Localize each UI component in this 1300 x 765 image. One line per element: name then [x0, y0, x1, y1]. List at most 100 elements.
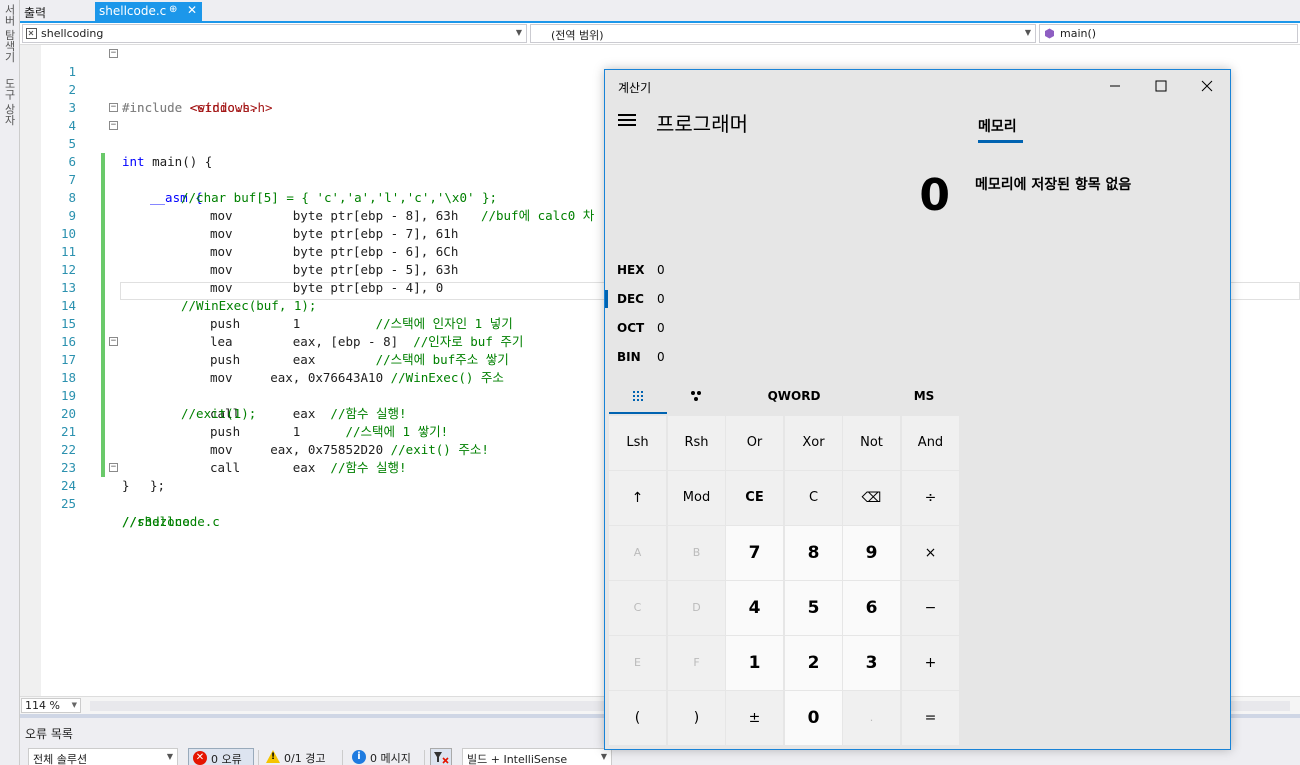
key-hex-b: B: [668, 526, 725, 580]
memory-store-button[interactable]: MS: [899, 380, 949, 414]
tab-output[interactable]: 출력: [24, 4, 46, 21]
collapse-icon[interactable]: −: [109, 337, 118, 346]
key-shift[interactable]: ↑: [609, 471, 666, 525]
project-dropdown[interactable]: shellcoding ▼: [22, 24, 527, 43]
key-lsh[interactable]: Lsh: [609, 416, 666, 470]
key-7[interactable]: 7: [726, 526, 783, 580]
scope-value: 전체 솔루션: [33, 753, 88, 765]
pin-icon[interactable]: ⊕: [169, 4, 177, 15]
title-bar[interactable]: 계산기: [605, 70, 1230, 102]
key-hex-a: A: [609, 526, 666, 580]
messages-filter-button[interactable]: i 0 메시지: [350, 748, 411, 765]
error-icon: ✕: [193, 751, 207, 765]
key-ce[interactable]: CE: [726, 471, 783, 525]
errors-filter-button[interactable]: ✕ 0 오류: [188, 748, 254, 765]
key-hex-e: E: [609, 636, 666, 690]
key-8[interactable]: 8: [785, 526, 842, 580]
code-text: //shellcode.c: [122, 514, 220, 529]
calculator-window: 계산기 프로그래머 0 HEX 0 DEC 0 OCT 0 BIN 0 메모리 메모리에…: [604, 69, 1231, 750]
key-rsh[interactable]: Rsh: [668, 416, 725, 470]
window-title: 계산기: [618, 81, 652, 95]
keypad-mode-tabs: QWORD MS: [609, 380, 961, 414]
key-decimal: .: [843, 691, 900, 745]
warning-icon: !: [266, 750, 280, 763]
key-and[interactable]: And: [902, 416, 959, 470]
keypad-icon: [633, 391, 643, 401]
key-backspace[interactable]: ⌫: [843, 471, 900, 525]
method-icon: [1045, 28, 1054, 39]
key-xor[interactable]: Xor: [785, 416, 842, 470]
maximize-button[interactable]: [1138, 70, 1184, 102]
zoom-level: 114 %: [25, 699, 60, 712]
divider: [424, 750, 425, 765]
bit-toggling-tab[interactable]: [667, 380, 725, 414]
info-icon: i: [352, 750, 366, 764]
key-close-paren[interactable]: ): [668, 691, 725, 745]
code-line: 1 − #include <stdio.h>: [20, 45, 1300, 116]
key-hex-d: D: [668, 581, 725, 635]
filter-icon: [434, 752, 449, 764]
hamburger-menu-icon[interactable]: [618, 114, 636, 128]
key-not[interactable]: Not: [843, 416, 900, 470]
scope-name: (전역 범위): [551, 29, 604, 42]
key-hex-f: F: [668, 636, 725, 690]
full-keypad-tab[interactable]: [609, 380, 667, 414]
close-button[interactable]: [1184, 70, 1230, 102]
key-clear[interactable]: C: [785, 471, 842, 525]
collapse-icon[interactable]: −: [109, 121, 118, 130]
build-source-value: 빌드 + IntelliSense: [467, 753, 568, 765]
scope-dropdown[interactable]: 전체 솔루션 ▼: [28, 748, 178, 765]
key-multiply[interactable]: ×: [902, 526, 959, 580]
filter-toggle-button[interactable]: [430, 748, 452, 765]
memory-empty-message: 메모리에 저장된 항목 없음: [975, 177, 1132, 193]
key-add[interactable]: +: [902, 636, 959, 690]
toolbox-tab[interactable]: 도구 상자: [1, 78, 17, 126]
server-explorer-tab[interactable]: 서버 탐색기: [1, 4, 17, 63]
collapse-icon[interactable]: −: [109, 49, 118, 58]
close-icon: [1201, 80, 1213, 92]
key-1[interactable]: 1: [726, 636, 783, 690]
memory-tab[interactable]: 메모리: [978, 116, 1017, 136]
key-divide[interactable]: ÷: [902, 471, 959, 525]
key-6[interactable]: 6: [843, 581, 900, 635]
key-0[interactable]: 0: [785, 691, 842, 745]
warnings-filter-button[interactable]: ! 0/1 경고: [264, 748, 325, 765]
radix-dec[interactable]: DEC 0: [617, 292, 665, 306]
zoom-dropdown[interactable]: 114 % ▼: [21, 698, 81, 713]
minimize-icon: [1110, 85, 1120, 87]
build-source-dropdown[interactable]: 빌드 + IntelliSense ▼: [462, 748, 612, 765]
tab-shellcode[interactable]: shellcode.c ⊕ ✕: [95, 2, 202, 23]
tab-label: shellcode.c: [99, 4, 167, 18]
chevron-down-icon: ▼: [71, 701, 77, 709]
key-negate[interactable]: ±: [726, 691, 783, 745]
key-3[interactable]: 3: [843, 636, 900, 690]
member-dropdown[interactable]: main(): [1039, 24, 1298, 43]
key-equals[interactable]: =: [902, 691, 959, 745]
key-9[interactable]: 9: [843, 526, 900, 580]
close-icon[interactable]: ✕: [187, 3, 197, 17]
result-display: 0: [919, 170, 950, 221]
project-name: shellcoding: [41, 27, 104, 40]
radix-oct[interactable]: OCT 0: [617, 321, 665, 335]
chevron-down-icon: ▼: [1024, 28, 1031, 37]
key-2[interactable]: 2: [785, 636, 842, 690]
word-size-button[interactable]: QWORD: [749, 380, 839, 414]
key-or[interactable]: Or: [726, 416, 783, 470]
minimize-button[interactable]: [1092, 70, 1138, 102]
key-open-paren[interactable]: (: [609, 691, 666, 745]
collapse-icon[interactable]: −: [109, 463, 118, 472]
key-hex-c: C: [609, 581, 666, 635]
maximize-icon: [1155, 80, 1167, 92]
key-mod[interactable]: Mod: [668, 471, 725, 525]
chevron-down-icon: ▼: [166, 752, 173, 761]
bit-toggle-icon: [691, 391, 701, 401]
collapse-icon[interactable]: −: [109, 103, 118, 112]
scope-dropdown[interactable]: (전역 범위) ▼: [530, 24, 1036, 43]
calculator-keypad: Lsh Rsh Or Xor Not And ↑ Mod CE C ⌫ ÷ A …: [609, 416, 961, 746]
navigation-bar: shellcoding ▼ (전역 범위) ▼ main(): [20, 23, 1300, 45]
key-4[interactable]: 4: [726, 581, 783, 635]
key-subtract[interactable]: −: [902, 581, 959, 635]
radix-bin[interactable]: BIN 0: [617, 350, 665, 364]
key-5[interactable]: 5: [785, 581, 842, 635]
radix-hex[interactable]: HEX 0: [617, 263, 665, 277]
